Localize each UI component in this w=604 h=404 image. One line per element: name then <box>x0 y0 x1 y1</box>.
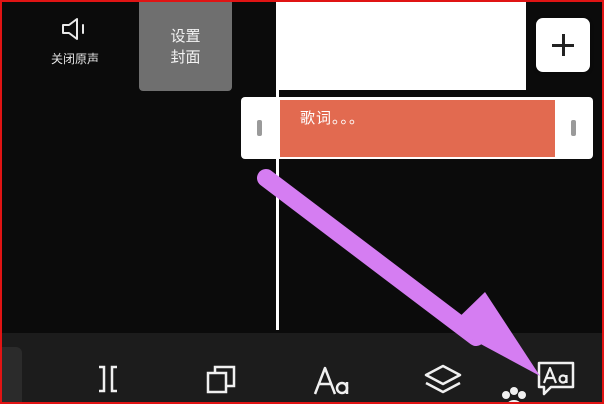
playhead[interactable] <box>276 2 279 330</box>
mute-original-audio-button[interactable]: 关闭原声 <box>42 16 108 67</box>
lyric-clip-right-handle[interactable] <box>571 120 576 136</box>
paw-icon[interactable] <box>499 385 529 404</box>
layers-icon[interactable] <box>422 362 464 398</box>
set-cover-label-line1: 设置 <box>170 26 201 45</box>
split-icon[interactable] <box>93 362 123 396</box>
text-style-icon[interactable] <box>312 362 352 398</box>
set-cover-button[interactable]: 设置 封面 <box>139 2 232 91</box>
video-clip-track[interactable] <box>278 2 526 90</box>
speaker-icon <box>62 18 84 40</box>
add-clip-button[interactable] <box>536 18 590 72</box>
set-cover-label-line2: 封面 <box>170 47 201 66</box>
copy-icon[interactable] <box>204 362 238 396</box>
lyric-clip-text: 歌词。。。 <box>300 109 366 127</box>
text-bubble-icon[interactable] <box>535 359 577 399</box>
lyric-clip-left-handle[interactable] <box>257 120 262 136</box>
editor-screen: 关闭原声 设置 封面 歌词。。。 <box>0 0 604 404</box>
toolbar-item-partial[interactable] <box>2 347 22 402</box>
mute-original-audio-label: 关闭原声 <box>50 52 99 66</box>
